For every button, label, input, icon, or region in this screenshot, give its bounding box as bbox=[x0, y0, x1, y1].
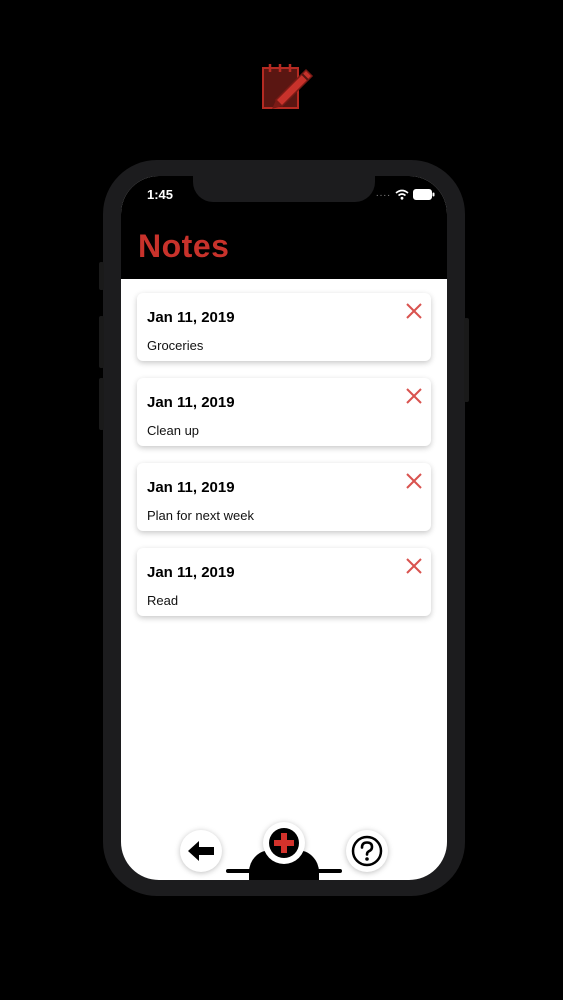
signal-dots: .... bbox=[375, 188, 391, 199]
header: 1:45 .... Notes bbox=[121, 176, 447, 279]
power-button bbox=[464, 318, 469, 402]
mute-switch bbox=[99, 262, 104, 290]
note-text: Read bbox=[147, 593, 179, 608]
delete-note-icon[interactable] bbox=[405, 302, 423, 320]
screen: 1:45 .... Notes Jan 11, 2019 Groceries J… bbox=[121, 176, 447, 880]
note-date: Jan 11, 2019 bbox=[147, 309, 235, 326]
delete-note-icon[interactable] bbox=[405, 472, 423, 490]
add-note-icon bbox=[269, 828, 299, 858]
wifi-icon bbox=[395, 189, 409, 200]
delete-note-icon[interactable] bbox=[405, 557, 423, 575]
note-date: Jan 11, 2019 bbox=[147, 564, 235, 581]
note-text: Plan for next week bbox=[147, 508, 254, 523]
note-text: Groceries bbox=[147, 338, 204, 353]
notepad-pencil-icon bbox=[262, 64, 314, 109]
home-indicator bbox=[226, 869, 342, 873]
page-title: Notes bbox=[138, 228, 230, 264]
notes-list: Jan 11, 2019 Groceries Jan 11, 2019 Clea… bbox=[137, 293, 431, 633]
note-card[interactable]: Jan 11, 2019 Read bbox=[137, 548, 431, 616]
back-button[interactable] bbox=[180, 830, 222, 872]
back-arrow-icon bbox=[188, 841, 214, 861]
help-icon bbox=[351, 835, 383, 867]
volume-down-button bbox=[99, 378, 104, 430]
status-icons: .... bbox=[376, 188, 435, 200]
bottom-toolbar bbox=[121, 816, 447, 880]
volume-up-button bbox=[99, 316, 104, 368]
note-card[interactable]: Jan 11, 2019 Clean up bbox=[137, 378, 431, 446]
note-text: Clean up bbox=[147, 423, 200, 438]
add-note-button[interactable] bbox=[263, 822, 305, 864]
help-button[interactable] bbox=[346, 830, 388, 872]
note-date: Jan 11, 2019 bbox=[147, 479, 235, 496]
note-card[interactable]: Jan 11, 2019 Plan for next week bbox=[137, 463, 431, 531]
note-date: Jan 11, 2019 bbox=[147, 394, 235, 411]
notch bbox=[193, 176, 375, 202]
status-time: 1:45 bbox=[147, 187, 174, 202]
note-card[interactable]: Jan 11, 2019 Groceries bbox=[137, 293, 431, 361]
battery-icon bbox=[413, 188, 435, 200]
delete-note-icon[interactable] bbox=[405, 387, 423, 405]
